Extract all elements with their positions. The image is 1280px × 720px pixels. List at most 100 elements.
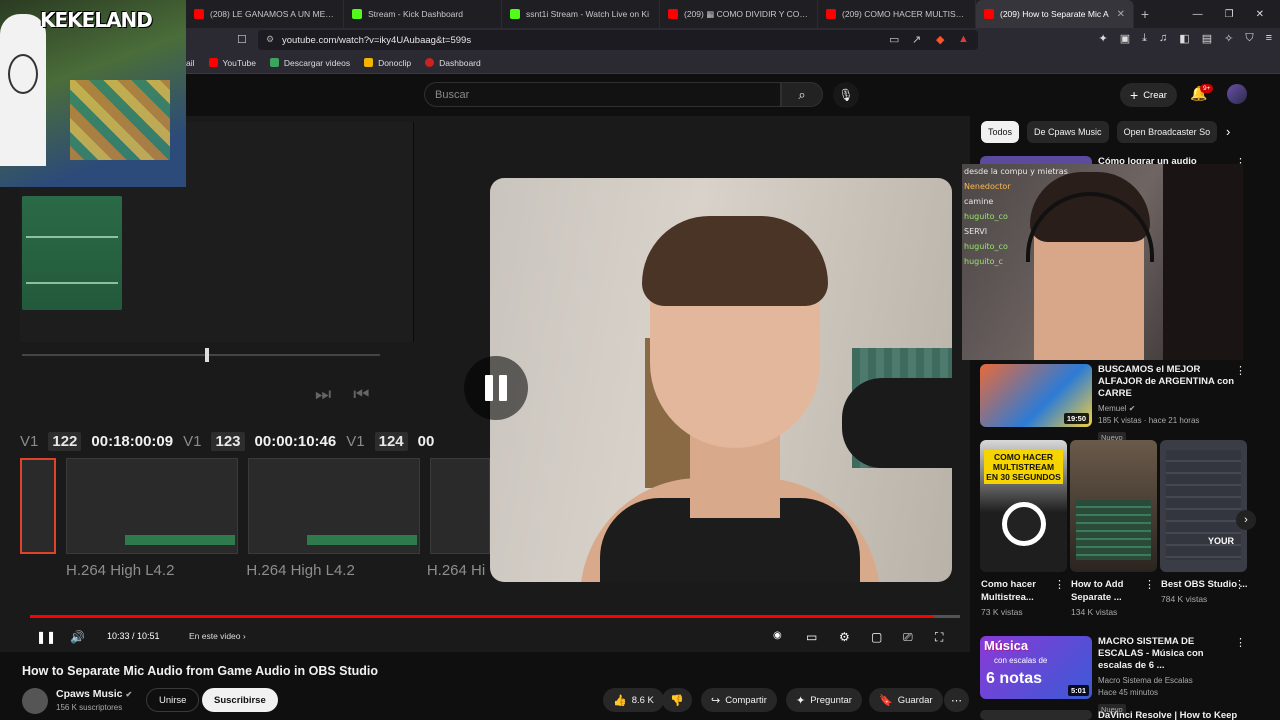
more-options-icon[interactable]: ⋮ [1235, 636, 1246, 649]
close-tab-icon[interactable]: ✕ [1117, 9, 1125, 20]
tab-label: ssnt1i Stream - Watch Live on Ki [526, 9, 649, 19]
leo-icon[interactable]: ✧ [1224, 32, 1233, 45]
brave-shield-icon[interactable]: ◆ [936, 33, 944, 46]
save-button[interactable]: 🔖 Guardar [869, 688, 943, 712]
create-button[interactable]: + Crear [1120, 83, 1177, 107]
subtitles-icon[interactable]: ▭ [806, 630, 817, 644]
theater-mode-icon[interactable]: ▢ [871, 630, 882, 644]
rec-title: BUSCAMOS el MEJOR ALFAJOR de ARGENTINA c… [1098, 364, 1234, 399]
voice-search-button[interactable]: 🎙 [833, 82, 859, 108]
search-button[interactable]: ⌕ [781, 82, 823, 107]
more-actions-button[interactable]: ⋯ [944, 688, 969, 712]
short-thumbnail[interactable] [1070, 440, 1157, 572]
bookmark-donoclip[interactable]: Donoclip [364, 58, 411, 68]
sidebar-icon[interactable]: ◧ [1179, 32, 1189, 45]
share-icon[interactable]: ↗ [912, 33, 921, 46]
url-field[interactable]: ⚙ youtube.com/watch?v=iky4UAubaag&t=599s [258, 30, 978, 50]
codec-row: H.264 High L4.2 H.264 High L4.2 H.264 Hi [66, 562, 485, 579]
vpn-icon[interactable]: ⛉ [1245, 32, 1253, 45]
join-button[interactable]: Unirse [146, 688, 200, 712]
sparkle-icon: ✦ [796, 694, 806, 707]
short-views: 134 K vistas [1071, 607, 1118, 617]
media-icon[interactable]: ♫ [1159, 32, 1167, 45]
rec-channel[interactable]: Memuel [1098, 404, 1126, 413]
bookmark-dashboard[interactable]: Dashboard [425, 58, 481, 68]
chapter-button[interactable]: En este video › [189, 631, 246, 641]
chevron-right-icon[interactable]: › [1226, 124, 1230, 139]
menu-icon[interactable]: ≡ [1266, 32, 1272, 45]
obs-logo-icon [1002, 502, 1046, 546]
search-input[interactable]: Buscar [424, 82, 781, 107]
short-info[interactable]: How to Add Separate ... 134 K vistas ⋮ [1071, 578, 1159, 617]
clip-number: 122 [48, 431, 82, 451]
ask-button[interactable]: ✦ Preguntar [786, 688, 862, 712]
short-thumbnail[interactable]: COMO HACER MULTISTREAM EN 30 SEGUNDOS [980, 440, 1067, 572]
track-label: V1 [346, 432, 365, 450]
chip-channel[interactable]: De Cpaws Music [1027, 121, 1109, 143]
recommendation-item[interactable]: 19:50 BUSCAMOS el MEJOR ALFAJOR de ARGEN… [980, 364, 1270, 445]
video-player[interactable]: ⏭⏮ V1 122 00:18:00:09 V1 123 00:00:10:46… [0, 116, 970, 652]
bookmark-youtube[interactable]: YouTube [208, 58, 256, 68]
autoplay-icon[interactable]: ◉ [773, 630, 782, 641]
screenshot-icon[interactable]: ▭ [889, 33, 899, 46]
subscribe-button[interactable]: Suscribirse [202, 688, 278, 712]
track-label: V1 [183, 432, 202, 450]
site-info-icon[interactable]: ⚙ [266, 34, 274, 45]
new-tab-button[interactable]: + [1134, 6, 1156, 22]
recommendation-item[interactable]: Música con escalas de 6 notas 5:01 MACRO… [980, 636, 1270, 717]
wallet2-icon[interactable]: ▤ [1202, 32, 1212, 45]
rec-stats: 185 K vistas · hace 21 horas [1098, 416, 1200, 425]
more-options-icon[interactable]: ⋮ [1234, 578, 1245, 591]
bookmark-icon[interactable]: ☐ [237, 33, 247, 46]
browser-tab-active[interactable]: (209) How to Separate Mic A ✕ [976, 0, 1134, 28]
codec-label: H.264 High L4.2 [66, 562, 175, 579]
channel-avatar[interactable] [22, 688, 48, 714]
channel-name[interactable]: Cpaws Music ✔ [56, 688, 132, 700]
dislike-button[interactable]: 👎 [662, 688, 692, 712]
volume-icon[interactable]: 🔊 [70, 630, 85, 644]
bookmark-label: ail [186, 57, 195, 68]
more-options-icon[interactable]: ⋮ [1144, 578, 1155, 591]
short-thumbnail[interactable]: YOUR [1160, 440, 1247, 572]
rec-channel[interactable]: Macro Sistema de Escalas [1098, 676, 1193, 685]
extensions-icon[interactable]: ✦ [1099, 32, 1108, 45]
minimize-icon[interactable]: — [1193, 9, 1203, 20]
more-options-icon[interactable]: ⋮ [1054, 578, 1065, 591]
search-icon: ⌕ [798, 86, 806, 102]
shorts-next-button[interactable]: › [1236, 510, 1256, 530]
chip-all[interactable]: Todos [981, 121, 1020, 143]
filter-chips: Todos De Cpaws Music Open Broadcaster So [981, 121, 1218, 143]
progress-bar[interactable] [30, 615, 960, 618]
account-avatar[interactable] [1227, 84, 1247, 104]
pause-icon[interactable]: ❚❚ [36, 630, 56, 644]
download-icon[interactable]: ⤓ [1142, 32, 1147, 45]
rewards-icon[interactable]: ▲ [958, 33, 969, 45]
pause-overlay-icon[interactable] [464, 356, 528, 420]
short-info[interactable]: Best OBS Studio ... 784 K vistas ⋮ [1161, 578, 1249, 604]
settings-icon[interactable]: ⚙ [839, 630, 850, 644]
short-views: 73 K vistas [981, 607, 1023, 617]
chip-obs[interactable]: Open Broadcaster So [1116, 121, 1218, 143]
bookmark-item[interactable]: ail [186, 58, 195, 68]
chapter-label: En este video [189, 631, 241, 641]
thumb-text: con escalas de [994, 656, 1048, 665]
recommendation-item[interactable]: DaVinci Resolve | How to Keep [980, 710, 1270, 720]
browser-tab[interactable]: ssnt1i Stream - Watch Live on Ki [502, 0, 660, 28]
like-button[interactable]: 👍 8.6 K [603, 688, 664, 712]
share-button[interactable]: ↪ Compartir [701, 688, 777, 712]
maximize-icon[interactable]: ❐ [1225, 9, 1234, 20]
browser-tab[interactable]: (209) COMO HACER MULTISTREAM [818, 0, 976, 28]
duration-badge: 5:01 [1067, 685, 1089, 696]
more-options-icon[interactable]: ⋮ [1235, 364, 1246, 377]
cast-icon[interactable]: ⎚ [903, 630, 913, 645]
short-info[interactable]: Como hacer Multistrea... 73 K vistas ⋮ [981, 578, 1069, 617]
close-window-icon[interactable]: ✕ [1256, 9, 1264, 20]
bookmark-descargar[interactable]: Descargar videos [269, 58, 350, 68]
clip-timecode: 00 [417, 432, 435, 450]
browser-tab[interactable]: Stream - Kick Dashboard [344, 0, 502, 28]
fullscreen-icon[interactable]: ⛶ [935, 630, 943, 645]
browser-tab[interactable]: (209) ▦ COMO DIVIDIR Y CONT [660, 0, 818, 28]
browser-tab[interactable]: (208) LE GANAMOS A UN MERIENDE [186, 0, 344, 28]
wallet-icon[interactable]: ▣ [1120, 32, 1130, 45]
thumb-text: 6 notas [986, 670, 1043, 687]
